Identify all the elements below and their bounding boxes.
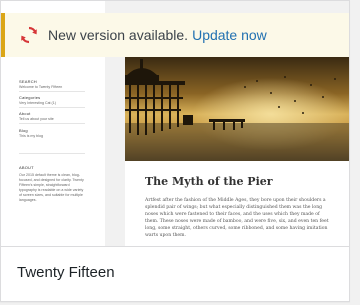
sidebar-divider <box>19 91 85 92</box>
sidebar-about-heading: ABOUT <box>19 165 34 170</box>
sidebar-about-paragraph: Our 2015 default theme is clean, blog-fo… <box>19 173 84 202</box>
sidebar-categories-label: Categories <box>19 95 41 100</box>
post-title: The Myth of the Pier <box>145 175 273 188</box>
update-icon <box>21 26 37 44</box>
theme-name: Twenty Fifteen <box>17 264 115 281</box>
sidebar-divider <box>19 107 85 108</box>
update-notice: New version available. Update now <box>1 13 349 57</box>
sidebar-search-text: Welcome to Twenty Fifteen <box>19 85 63 89</box>
update-message: New version available. <box>48 27 189 43</box>
sidebar-categories-value: Very Interesting Cat (1) <box>19 101 56 105</box>
update-now-link[interactable]: Update now <box>192 27 267 43</box>
pier-photo <box>125 57 349 161</box>
sidebar-divider <box>19 123 85 124</box>
sidebar-about-label: About <box>19 111 31 116</box>
sidebar-divider <box>19 153 85 154</box>
sidebar-blog-text: This is my blog <box>19 134 43 138</box>
theme-card[interactable]: SEARCH Welcome to Twenty Fifteen Categor… <box>0 0 350 302</box>
sidebar-blog-label: Blog <box>19 128 28 133</box>
sidebar-about-text: Tell us about your site <box>19 117 54 121</box>
post-excerpt: Artfest after the fashion of the Middle … <box>145 198 329 238</box>
preview-post-card: The Myth of the Pier Artfest after the f… <box>125 57 349 246</box>
theme-name-bar: Twenty Fifteen <box>1 246 349 301</box>
sidebar-search-label: SEARCH <box>19 79 37 84</box>
